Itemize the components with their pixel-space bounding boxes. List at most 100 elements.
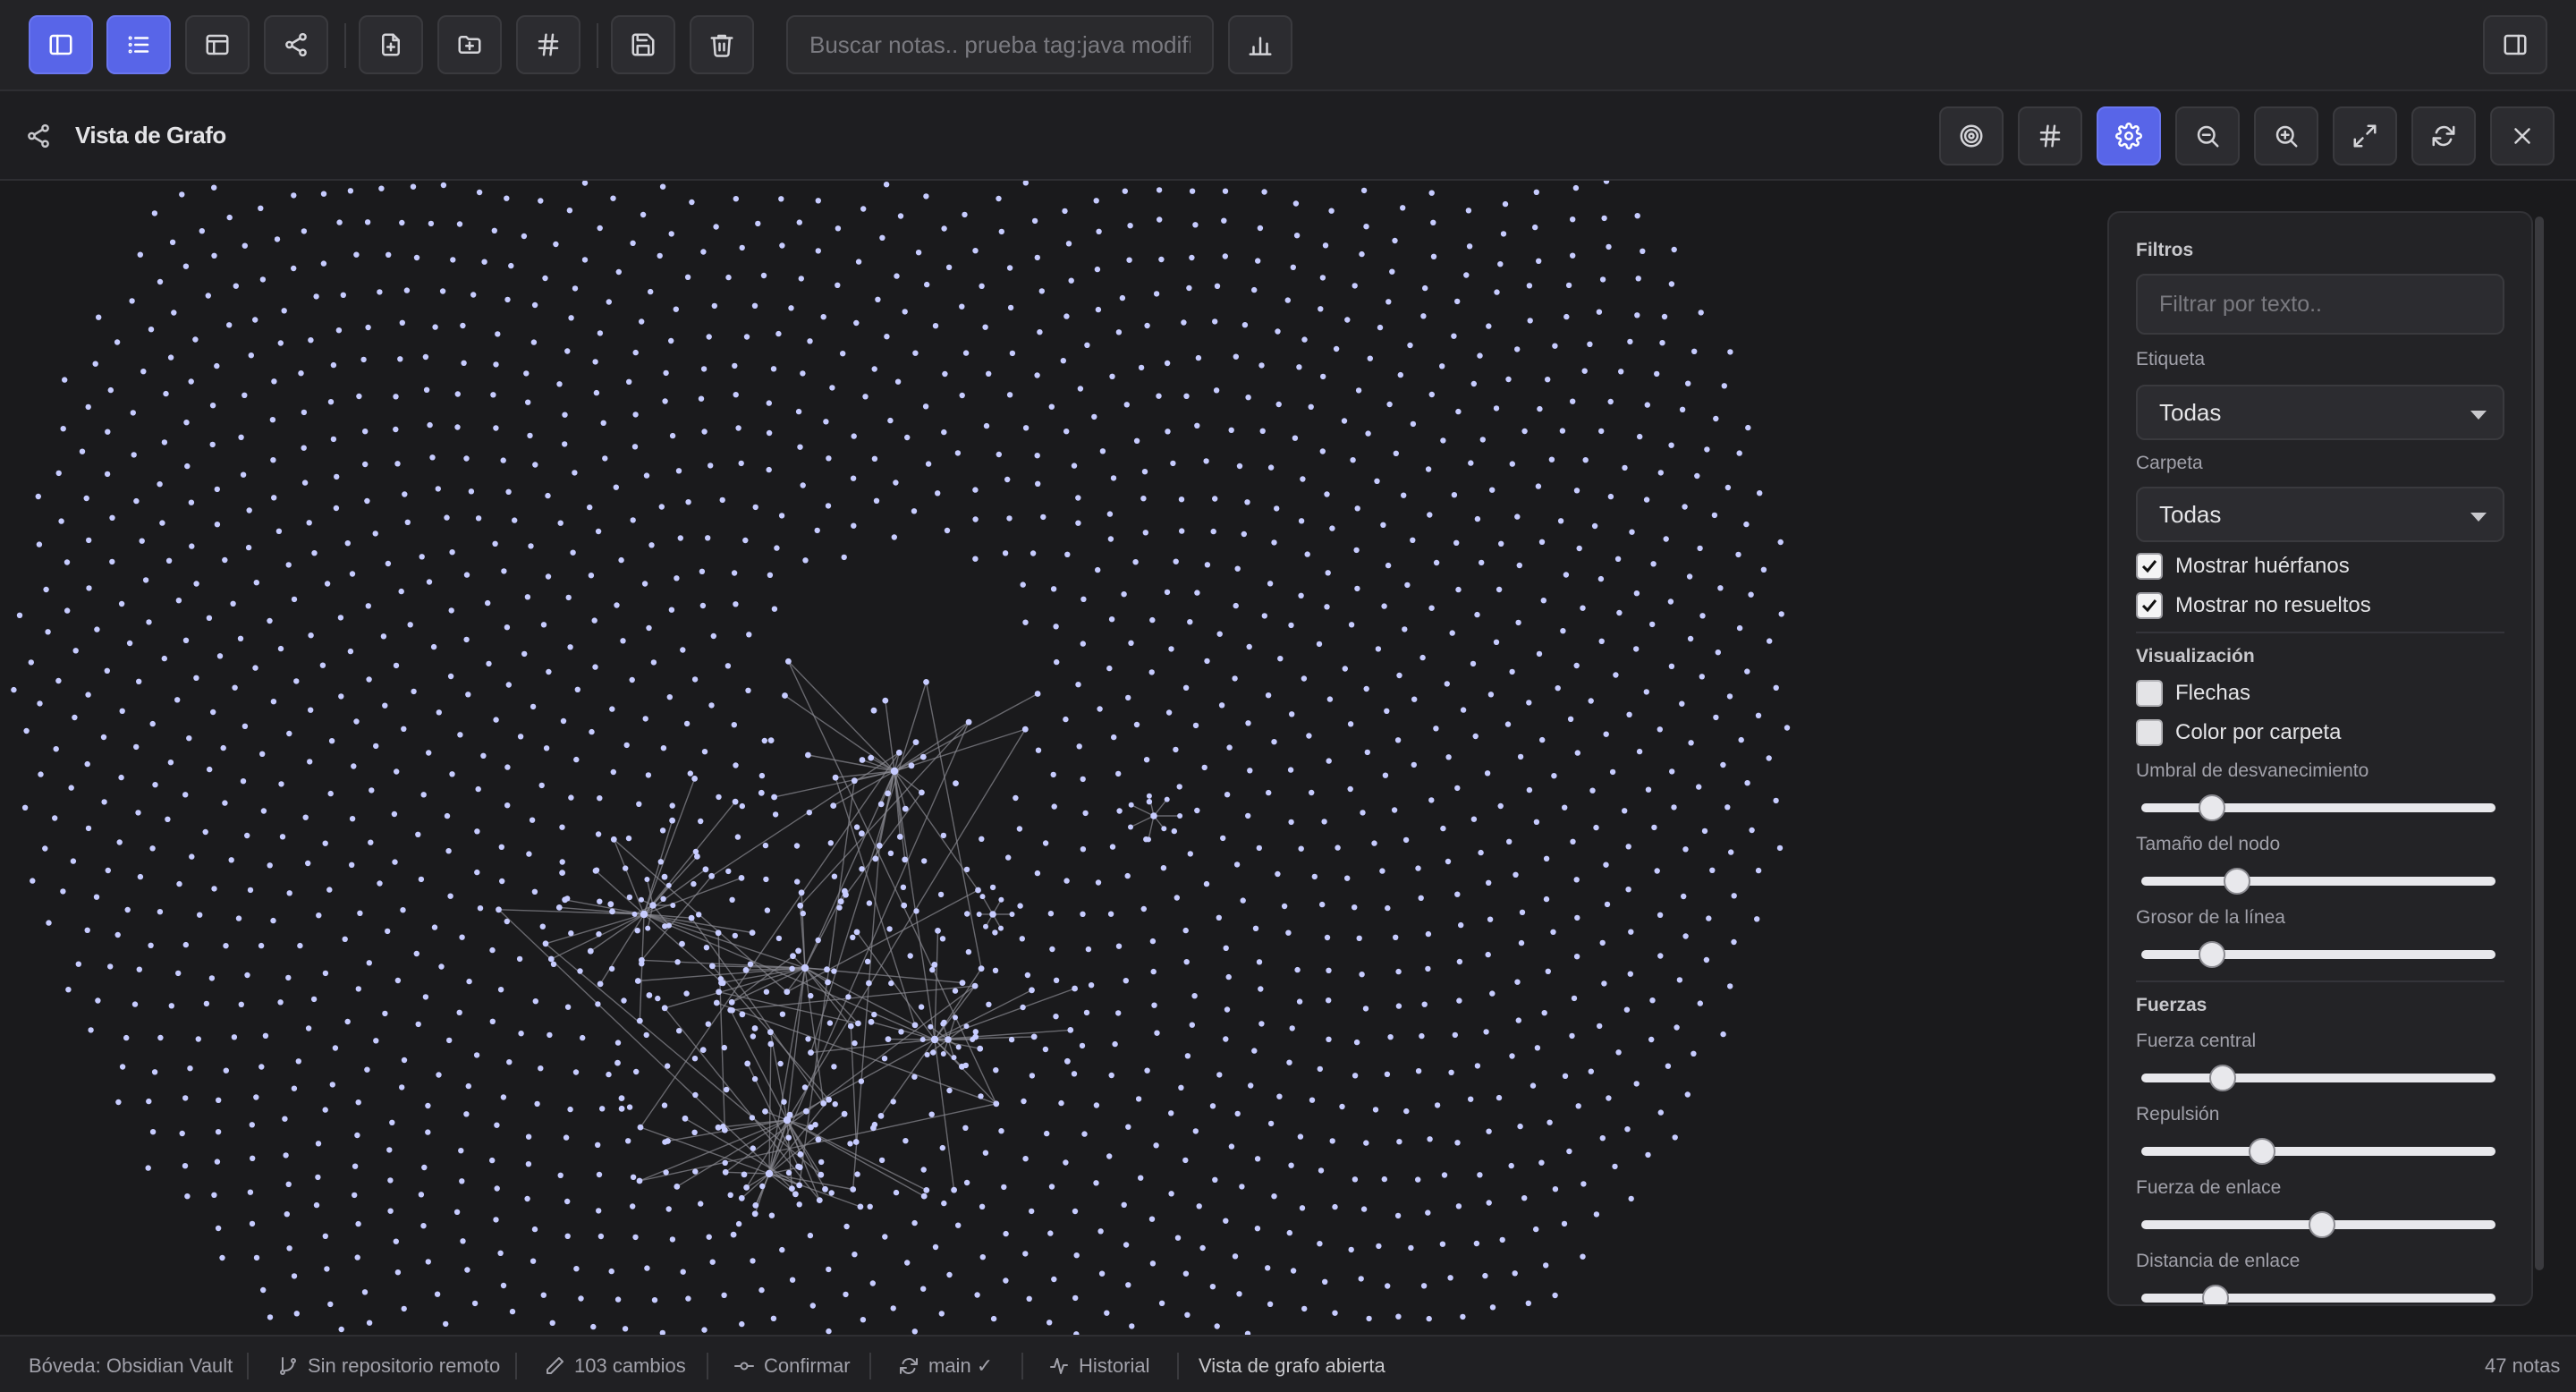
- graph-node[interactable]: [1460, 1313, 1466, 1320]
- save-button[interactable]: [611, 15, 675, 74]
- graph-node[interactable]: [945, 264, 953, 270]
- graph-node[interactable]: [298, 370, 304, 377]
- graph-node[interactable]: [72, 648, 79, 654]
- graph-node[interactable]: [1367, 355, 1374, 361]
- graph-node[interactable]: [1682, 933, 1689, 939]
- graph-node[interactable]: [746, 632, 752, 638]
- graph-node[interactable]: [439, 288, 446, 294]
- graph-node[interactable]: [1498, 540, 1504, 547]
- graph-node[interactable]: [1385, 904, 1391, 912]
- graph-node[interactable]: [832, 774, 839, 781]
- graph-node[interactable]: [904, 1260, 911, 1266]
- graph-node[interactable]: [531, 888, 538, 895]
- graph-node[interactable]: [1241, 322, 1249, 328]
- graph-node[interactable]: [745, 687, 751, 693]
- graph-node[interactable]: [285, 562, 292, 568]
- graph-node[interactable]: [1633, 1081, 1640, 1087]
- graph-node[interactable]: [1375, 646, 1382, 652]
- graph-node[interactable]: [1288, 819, 1294, 826]
- graph-node[interactable]: [578, 1295, 584, 1302]
- graph-node[interactable]: [453, 1209, 461, 1216]
- graph-node[interactable]: [795, 408, 802, 415]
- graph-node[interactable]: [1142, 530, 1149, 536]
- graph-node[interactable]: [610, 768, 616, 776]
- graph-node[interactable]: [1573, 488, 1580, 494]
- graph-node[interactable]: [702, 866, 709, 873]
- graph-node[interactable]: [1514, 346, 1521, 352]
- graph-node[interactable]: [572, 1069, 580, 1075]
- graph-node[interactable]: [540, 622, 547, 628]
- graph-node[interactable]: [1149, 1260, 1157, 1267]
- graph-node[interactable]: [436, 709, 442, 716]
- graph-node[interactable]: [327, 790, 334, 797]
- graph-node[interactable]: [831, 873, 838, 879]
- graph-node[interactable]: [175, 598, 182, 604]
- graph-node[interactable]: [364, 497, 370, 505]
- graph-node[interactable]: [136, 966, 142, 972]
- graph-node[interactable]: [979, 894, 986, 900]
- graph-node[interactable]: [1565, 282, 1572, 289]
- graph-node[interactable]: [1115, 329, 1123, 335]
- graph-node[interactable]: [1452, 1031, 1459, 1039]
- graph-node[interactable]: [565, 594, 572, 601]
- graph-node[interactable]: [1093, 1102, 1100, 1108]
- graph-node[interactable]: [305, 1025, 312, 1031]
- graph-node[interactable]: [252, 665, 258, 671]
- graph-node[interactable]: [531, 301, 538, 309]
- graph-node[interactable]: [751, 1075, 758, 1082]
- graph-node[interactable]: [301, 228, 308, 234]
- graph-node[interactable]: [597, 980, 604, 988]
- graph-node[interactable]: [413, 254, 420, 261]
- graph-node[interactable]: [911, 508, 918, 514]
- graph-node[interactable]: [792, 1191, 799, 1198]
- graph-node[interactable]: [546, 668, 552, 675]
- graph-node[interactable]: [421, 1164, 428, 1171]
- graph-node[interactable]: [1128, 802, 1134, 808]
- graph-node[interactable]: [1668, 281, 1675, 287]
- graph-node[interactable]: [851, 433, 857, 439]
- graph-node[interactable]: [1534, 1045, 1541, 1051]
- graph-node[interactable]: [1125, 1124, 1131, 1130]
- graph-node[interactable]: [426, 579, 433, 585]
- graph-node[interactable]: [630, 517, 636, 523]
- graph-node[interactable]: [979, 1203, 986, 1210]
- graph-node[interactable]: [1557, 518, 1564, 524]
- graph-node[interactable]: [978, 1093, 984, 1099]
- graph-node[interactable]: [146, 1098, 152, 1105]
- graph-node[interactable]: [1672, 1134, 1678, 1141]
- graph-node[interactable]: [1404, 581, 1411, 589]
- graph-node[interactable]: [1533, 1226, 1539, 1233]
- graph-node[interactable]: [1318, 1167, 1325, 1174]
- graph-node[interactable]: [1182, 1270, 1190, 1277]
- graph-node[interactable]: [983, 923, 988, 929]
- graph-node[interactable]: [118, 600, 125, 607]
- graph-node[interactable]: [1545, 968, 1552, 974]
- graph-node[interactable]: [1064, 551, 1071, 557]
- graph-node[interactable]: [189, 543, 195, 549]
- graph-node[interactable]: [1075, 495, 1081, 501]
- graph-node[interactable]: [923, 679, 929, 685]
- graph-node[interactable]: [1489, 487, 1496, 493]
- graph-node[interactable]: [101, 799, 107, 805]
- graph-node[interactable]: [1521, 1195, 1528, 1201]
- graph-node[interactable]: [1359, 250, 1365, 258]
- graph-node[interactable]: [1657, 470, 1665, 476]
- graph-node[interactable]: [1181, 319, 1187, 326]
- graph-node[interactable]: [1513, 871, 1519, 878]
- graph-node[interactable]: [568, 930, 574, 937]
- graph-node[interactable]: [597, 898, 603, 904]
- graph-node[interactable]: [1387, 1034, 1394, 1040]
- graph-node[interactable]: [722, 1168, 729, 1176]
- graph-node[interactable]: [86, 585, 92, 591]
- graph-node[interactable]: [1526, 283, 1533, 289]
- graph-node[interactable]: [60, 426, 66, 432]
- graph-node[interactable]: [1570, 398, 1576, 404]
- graph-node[interactable]: [1550, 929, 1556, 935]
- graph-node[interactable]: [1106, 1153, 1113, 1159]
- graph-node[interactable]: [316, 912, 322, 919]
- graph-node[interactable]: [285, 974, 292, 981]
- graph-node[interactable]: [568, 315, 574, 321]
- graph-node[interactable]: [675, 468, 682, 474]
- graph-node[interactable]: [1381, 603, 1387, 609]
- graph-node[interactable]: [691, 676, 699, 683]
